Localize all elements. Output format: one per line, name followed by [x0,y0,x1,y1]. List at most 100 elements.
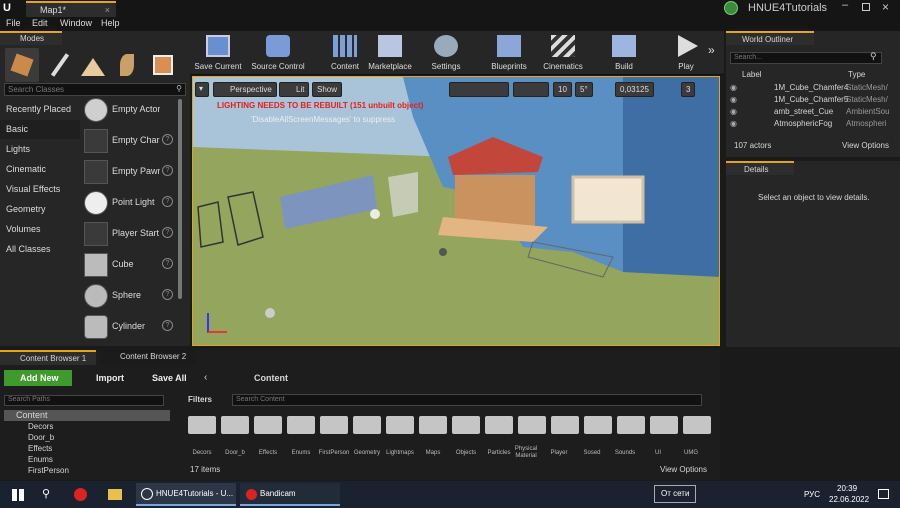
folder-icon[interactable] [188,416,216,434]
outliner-tab[interactable]: World Outliner [726,31,814,45]
cinematics-button[interactable]: Cinematics [540,33,586,73]
level-viewport[interactable]: ▾ Perspective Lit Show LIGHTING NEEDS TO… [192,76,720,346]
grid-snap-value[interactable]: 10 [553,82,572,97]
clock-time[interactable]: 20:39 [837,484,857,493]
marketplace-button[interactable]: Marketplace [366,33,414,73]
file-explorer-icon[interactable] [108,489,122,500]
play-button[interactable]: Play [668,33,704,73]
category-cinematic[interactable]: Cinematic [0,160,80,179]
folder-icon[interactable] [617,416,645,434]
place-mode-icon[interactable] [5,48,39,82]
help-icon[interactable]: ? [162,289,173,300]
back-arrow-icon[interactable]: ‹ [204,372,207,383]
folder-icon[interactable] [386,416,414,434]
folder-icon[interactable] [650,416,678,434]
outliner-col-label[interactable]: Label [742,70,762,79]
eye-icon[interactable]: ◉ [730,119,737,128]
category-all-classes[interactable]: All Classes [0,240,80,259]
help-icon[interactable]: ? [162,258,173,269]
tree-item[interactable]: Door_b [4,432,170,443]
category-visual-effects[interactable]: Visual Effects [0,180,80,199]
settings-button[interactable]: Settings [426,33,466,73]
lit-button[interactable]: Lit [279,82,310,97]
help-icon[interactable]: ? [162,134,173,145]
content-browser-tab-1[interactable]: Content Browser 1 [0,350,96,365]
foliage-mode-icon[interactable] [110,48,144,82]
add-new-button[interactable]: Add New [4,370,72,386]
table-row[interactable]: ◉ AtmosphericFog Atmospheri [726,119,900,131]
details-tab[interactable]: Details [726,161,794,175]
menu-edit[interactable]: Edit [32,18,48,28]
tree-item[interactable]: Enums [4,454,170,465]
source-control-button[interactable]: Source Control [248,33,308,73]
filters-button[interactable]: Filters [188,395,212,404]
save-current-button[interactable]: Save Current [193,33,243,73]
transform-tools[interactable] [449,82,509,97]
notification-icon[interactable] [878,489,889,499]
place-item[interactable]: Point Light? [82,188,182,218]
content-button[interactable]: Content [324,33,366,73]
clock-date[interactable]: 22.06.2022 [829,495,869,504]
outliner-view-options[interactable]: View Options [842,141,889,150]
blueprints-button[interactable]: Blueprints [486,33,532,73]
category-basic[interactable]: Basic [0,120,80,139]
table-row[interactable]: ◉ 1M_Cube_Chamfer5 StaticMesh/ [726,95,900,107]
toolbar-overflow-icon[interactable]: » [708,43,715,57]
paint-mode-icon[interactable] [42,48,76,82]
search-content-input[interactable]: Search Content [232,394,702,406]
place-item[interactable]: Empty Actor [82,95,182,125]
outliner-search-input[interactable]: Search... [730,52,882,64]
help-icon[interactable]: ? [162,196,173,207]
menu-window[interactable]: Window [60,18,92,28]
eye-icon[interactable]: ◉ [730,107,737,116]
help-icon[interactable]: ? [162,227,173,238]
place-item[interactable]: Player Start? [82,219,182,249]
bandicam-tray-icon[interactable] [74,488,87,501]
close-icon[interactable]: × [105,5,110,15]
folder-icon[interactable] [320,416,348,434]
folder-icon[interactable] [683,416,711,434]
viewport-options-icon[interactable]: ▾ [195,82,209,97]
path-content[interactable]: Content [254,373,288,383]
language-indicator[interactable]: РУС [804,490,820,499]
place-item[interactable]: Cylinder? [82,312,182,342]
place-item[interactable]: Empty Chara? [82,126,182,156]
category-geometry[interactable]: Geometry [0,200,80,219]
maximize-button[interactable] [862,3,870,11]
category-recently-placed[interactable]: Recently Placed [0,100,80,119]
build-button[interactable]: Build [606,33,642,73]
content-view-options[interactable]: View Options [660,465,707,474]
eye-icon[interactable]: ◉ [730,95,737,104]
folder-icon[interactable] [287,416,315,434]
menu-file[interactable]: File [6,18,21,28]
search-icon[interactable]: ⚲ [870,51,877,62]
rotation-snap-value[interactable]: 5° [575,82,593,97]
tree-item[interactable]: Effects [4,443,170,454]
level-tab[interactable]: Map1* × [26,1,116,17]
folder-icon[interactable] [584,416,612,434]
place-item[interactable]: Empty Pawn? [82,157,182,187]
folder-icon[interactable] [485,416,513,434]
table-row[interactable]: ◉ amb_street_Cue AmbientSou [726,107,900,119]
folder-icon[interactable] [551,416,579,434]
tree-item[interactable]: Content [4,410,170,421]
scale-snap-value[interactable]: 0,03125 [615,82,654,97]
search-paths-input[interactable]: Search Paths [4,395,164,406]
network-status-button[interactable]: От сети [654,485,696,503]
place-item[interactable]: Sphere? [82,281,182,311]
minimize-button[interactable]: – [842,0,848,11]
modes-tab[interactable]: Modes [0,31,62,45]
tree-item[interactable]: FirstPerson [4,465,170,476]
category-lights[interactable]: Lights [0,140,80,159]
windows-start-icon[interactable] [12,489,24,501]
folder-icon[interactable] [452,416,480,434]
taskbar-app-ue4[interactable]: HNUE4Tutorials - U... [136,483,236,506]
eye-icon[interactable]: ◉ [730,83,737,92]
folder-icon[interactable] [419,416,447,434]
landscape-mode-icon[interactable] [76,48,110,82]
camera-speed-value[interactable]: 3 [681,82,696,97]
surface-snap-icon[interactable] [513,82,549,97]
tree-item[interactable]: Decors [4,421,170,432]
taskbar-app-bandicam[interactable]: Bandicam [240,483,340,506]
help-icon[interactable]: ? [162,165,173,176]
